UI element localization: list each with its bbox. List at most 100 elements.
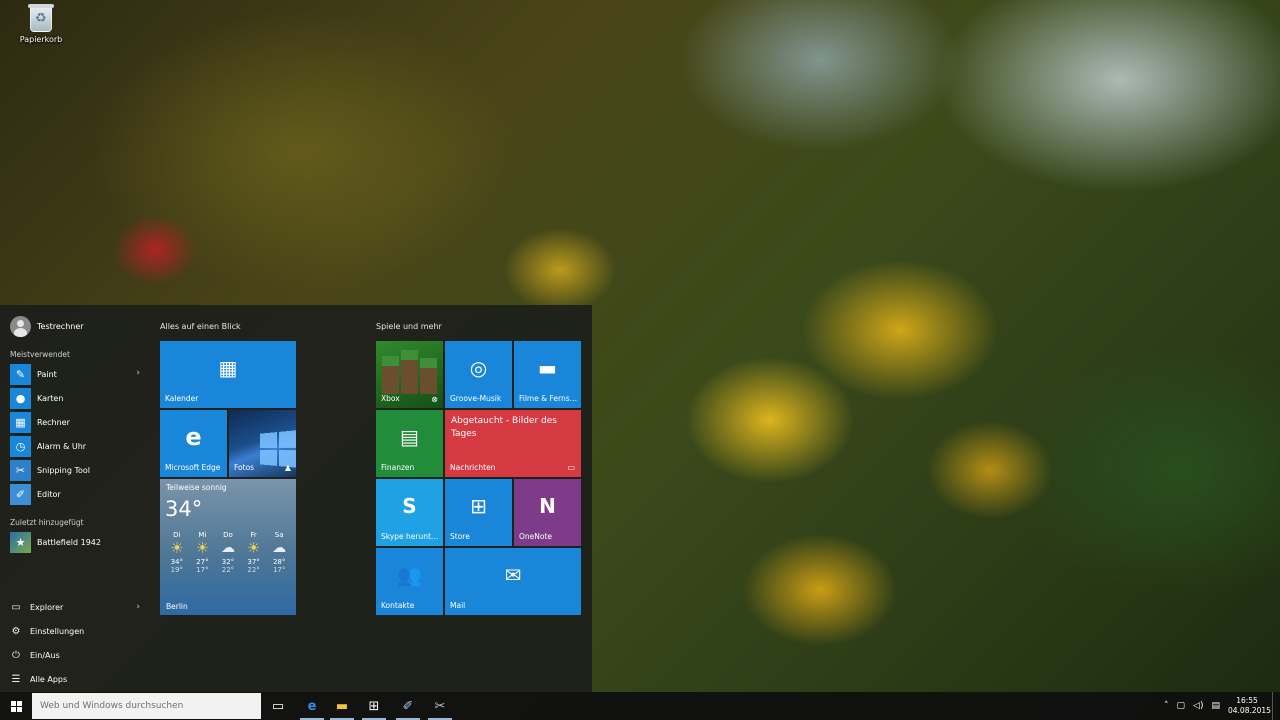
tile-store[interactable]: ⊞ Store	[445, 479, 512, 546]
system-label: Explorer	[30, 602, 64, 612]
tile-label: Mail	[450, 601, 466, 610]
windows-logo-icon	[10, 700, 22, 712]
network-icon[interactable]: ▢	[1177, 701, 1186, 711]
xbox-icon: ⊗	[431, 395, 438, 404]
newspaper-icon: ▭	[567, 463, 575, 472]
start-menu: Testrechner Meistverwendet ✎ Paint › ● K…	[0, 305, 592, 692]
taskbar-edge[interactable]: e	[296, 692, 328, 720]
notification-icon[interactable]: ▤	[1211, 701, 1220, 711]
forecast-day-name: Mi	[198, 531, 207, 539]
taskbar-snipping-tool[interactable]: ✂	[424, 692, 456, 720]
app-editor[interactable]: ✐ Editor	[10, 483, 142, 505]
tile-label: Fotos	[234, 463, 255, 472]
chevron-right-icon[interactable]: ›	[136, 602, 140, 612]
chevron-right-icon[interactable]: ›	[136, 368, 140, 378]
show-desktop-button[interactable]	[1272, 692, 1280, 720]
forecast-day: Mi ☀ 27° 17°	[190, 531, 216, 574]
forecast-day: Do ☁ 32° 22°	[215, 531, 241, 574]
folder-icon: ▬	[335, 698, 349, 714]
forecast-day: Fr ☀ 37° 22°	[241, 531, 267, 574]
start-button[interactable]	[0, 692, 32, 720]
start-left-column: Testrechner Meistverwendet ✎ Paint › ● K…	[0, 305, 150, 692]
system-power[interactable]: ⏻ Ein/Aus	[10, 645, 142, 665]
app-alarm[interactable]: ◷ Alarm & Uhr	[10, 435, 142, 457]
sun-icon: ☀	[170, 539, 184, 557]
tile-edge[interactable]: e Microsoft Edge	[160, 410, 227, 477]
taskbar-explorer[interactable]: ▬	[326, 692, 358, 720]
forecast-high: 34°	[170, 558, 183, 566]
chevron-up-icon[interactable]: ˄	[1164, 701, 1169, 711]
task-view-button[interactable]: ▭	[262, 692, 294, 720]
tile-filme[interactable]: ▬ Filme & Ferns…	[514, 341, 581, 408]
tile-kalender[interactable]: ▦ Kalender	[160, 341, 296, 408]
shopping-bag-icon: ⊞	[470, 493, 487, 518]
app-snipping-tool[interactable]: ✂ Snipping Tool	[10, 459, 142, 481]
taskbar-store[interactable]: ⊞	[358, 692, 390, 720]
desktop-icon-recycle-bin[interactable]: Papierkorb	[14, 4, 68, 44]
app-karten[interactable]: ● Karten	[10, 387, 142, 409]
scissors-icon: ✂	[10, 459, 31, 481]
app-label: Rechner	[37, 417, 70, 427]
app-paint[interactable]: ✎ Paint ›	[10, 363, 142, 385]
cloud-icon: ☁	[272, 540, 287, 556]
onenote-icon: N	[539, 493, 556, 518]
tile-groove[interactable]: ◎ Groove-Musik	[445, 341, 512, 408]
user-name: Testrechner	[37, 322, 84, 331]
system-explorer[interactable]: ▭ Explorer ›	[10, 597, 142, 617]
recycle-bin-label: Papierkorb	[19, 35, 63, 44]
tile-mail[interactable]: ✉ Mail	[445, 548, 581, 615]
tile-weather[interactable]: Teilweise sonnig 34° Di ☀ 34° 19° Mi ☀ 2…	[160, 479, 296, 615]
tile-label: Kalender	[165, 394, 199, 403]
system-all-apps[interactable]: ☰ Alle Apps	[10, 669, 142, 689]
notepad-icon: ✐	[10, 483, 31, 505]
people-icon: 👥	[397, 562, 422, 587]
tile-onenote[interactable]: N OneNote	[514, 479, 581, 546]
map-pin-icon: ●	[10, 387, 31, 409]
xbox-avatars-image	[380, 347, 439, 394]
sun-icon: ☀	[246, 539, 261, 557]
forecast-high: 37°	[247, 558, 260, 566]
app-label: Alarm & Uhr	[37, 441, 87, 451]
tile-label: Finanzen	[381, 463, 415, 472]
forecast-day-name: Sa	[274, 531, 284, 539]
tile-label: Skype herunt…	[381, 532, 439, 541]
taskbar-search-box[interactable]: Web und Windows durchsuchen	[32, 693, 261, 719]
edge-icon: e	[185, 422, 202, 451]
weather-city: Berlin	[166, 602, 188, 611]
system-settings[interactable]: ⚙ Einstellungen	[10, 621, 142, 641]
forecast-day: Di ☀ 34° 19°	[164, 531, 190, 574]
tile-finanzen[interactable]: ▤ Finanzen	[376, 410, 443, 477]
system-label: Einstellungen	[30, 626, 85, 636]
clock-date: 04.08.2015	[1228, 706, 1271, 715]
clock-time: 16:55	[1236, 696, 1258, 705]
calculator-icon: ▦	[10, 411, 31, 433]
list-icon: ☰	[11, 673, 21, 685]
forecast-low: 17°	[272, 566, 286, 574]
clock[interactable]: 16:55 04.08.2015	[1228, 696, 1271, 716]
tile-label: Groove-Musik	[450, 394, 502, 403]
app-battlefield[interactable]: ★ Battlefield 1942	[10, 531, 142, 553]
volume-icon[interactable]: ◁)	[1193, 701, 1203, 711]
tile-xbox[interactable]: Xbox ⊗	[376, 341, 443, 408]
taskbar-editor[interactable]: ✐	[392, 692, 424, 720]
tile-label: Nachrichten	[450, 463, 496, 472]
recent-header: Zuletzt hinzugefügt	[10, 518, 84, 527]
tile-fotos[interactable]: Fotos ▲	[229, 410, 296, 477]
tile-skype[interactable]: S Skype herunt…	[376, 479, 443, 546]
film-clapper-icon: ▬	[538, 355, 557, 380]
weather-condition: Teilweise sonnig	[166, 483, 227, 492]
tile-label: Microsoft Edge	[165, 463, 221, 472]
scissors-icon: ✂	[434, 698, 446, 714]
tile-kontakte[interactable]: 👥 Kontakte	[376, 548, 443, 615]
tile-nachrichten[interactable]: Abgetaucht - Bilder des Tages Nachrichte…	[445, 410, 581, 477]
music-disc-icon: ◎	[469, 355, 488, 380]
forecast-low: 22°	[221, 566, 235, 574]
weather-forecast: Di ☀ 34° 19° Mi ☀ 27° 17° Do ☁ 32° 22° F…	[164, 531, 292, 574]
cloud-icon: ☁	[220, 540, 235, 556]
paint-icon: ✎	[10, 363, 31, 385]
app-rechner[interactable]: ▦ Rechner	[10, 411, 142, 433]
photo-icon: ▲	[284, 463, 291, 472]
forecast-day: Sa ☁ 28° 17°	[266, 531, 292, 574]
tile-group-title-2: Spiele und mehr	[376, 322, 442, 331]
user-account[interactable]: Testrechner	[10, 316, 84, 337]
